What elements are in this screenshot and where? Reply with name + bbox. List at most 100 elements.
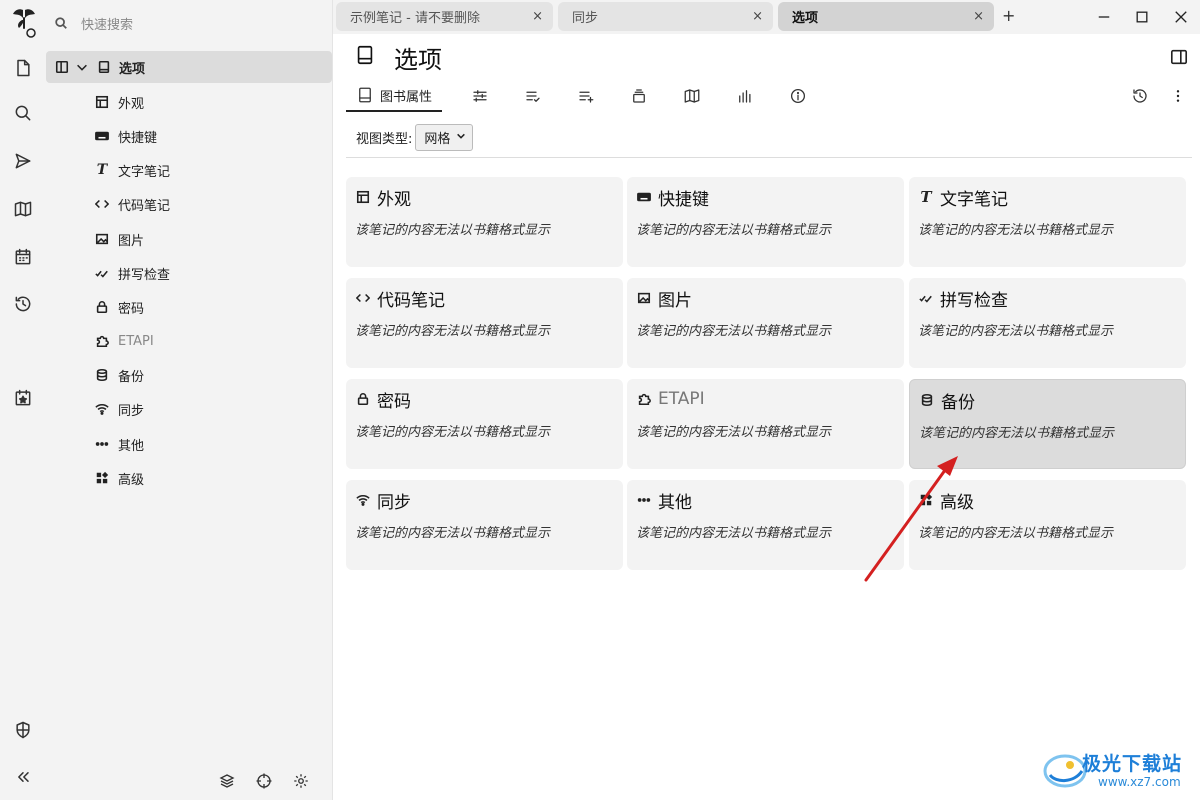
card-title: 备份 [941,392,975,413]
tab-book-properties[interactable]: 图书属性 [346,80,442,112]
card-title: 外观 [377,189,411,210]
card-spellcheck[interactable]: 拼写检查 该笔记的内容无法以书籍格式显示 [909,278,1186,368]
view-type-row: 视图类型: 网格 [356,124,474,151]
tree-item-spellcheck[interactable]: 拼写检查 [94,261,170,285]
view-type-select[interactable]: 网格 [415,124,474,151]
card-title: 同步 [377,492,411,513]
tree-item-label: 高级 [118,472,145,488]
shield-icon[interactable] [11,718,35,742]
tree-item-other[interactable]: 其他 [94,432,144,456]
tab-options[interactable]: 选项 × [778,2,994,31]
tree-item-images[interactable]: 图片 [94,227,144,251]
tree-item-label: 同步 [118,403,145,419]
code-icon [355,290,371,306]
card-text-notes[interactable]: T 文字笔记 该笔记的内容无法以书籍格式显示 [909,177,1186,267]
map-icon[interactable] [680,80,704,112]
list-add-icon[interactable] [574,80,598,112]
wifi-icon [355,492,371,508]
history-icon[interactable] [11,292,35,316]
chevron-down-icon[interactable] [74,59,90,75]
tab-sync[interactable]: 同步 × [558,2,773,31]
card-title: 图片 [658,290,692,311]
tree-item-etapi[interactable]: ETAPI [94,329,154,353]
quick-search[interactable]: 快速搜索 [46,6,333,40]
app-logo-icon[interactable] [9,6,39,42]
tree-item-label: 外观 [118,96,145,112]
tree-item-advanced[interactable]: 高级 [94,466,144,490]
tab-bar: 示例笔记 - 请不要删除 × 同步 × 选项 × + [333,0,1200,34]
card-sync[interactable]: 同步 该笔记的内容无法以书籍格式显示 [346,480,623,570]
note-title[interactable]: 选项 [394,40,442,75]
list-check-icon[interactable] [521,80,545,112]
tree-item-label: 代码笔记 [118,198,171,214]
watermark: 极光下载站 www.xz7.com [1040,745,1195,795]
info-icon[interactable] [786,80,810,112]
send-icon[interactable] [11,149,35,173]
card-advanced[interactable]: 高级 该笔记的内容无法以书籍格式显示 [909,480,1186,570]
tab-sample-notes[interactable]: 示例笔记 - 请不要删除 × [336,2,553,31]
close-icon[interactable]: × [532,9,543,24]
maximize-icon[interactable] [1131,6,1153,28]
tree-item-code-notes[interactable]: 代码笔记 [94,192,170,216]
calendar-icon[interactable] [11,245,35,269]
new-note-icon[interactable] [11,56,35,80]
bookmark-calendar-icon[interactable] [11,386,35,410]
new-tab-button[interactable]: + [1002,6,1015,25]
layers-icon[interactable] [216,770,238,792]
history-icon[interactable] [1128,80,1152,112]
tree-item-label: 其他 [118,438,145,454]
card-title: 快捷键 [658,189,709,210]
tree-item-label: 图片 [118,233,145,249]
dots-icon [636,492,652,508]
lock-icon [355,391,371,407]
card-description: 该笔记的内容无法以书籍格式显示 [355,324,551,339]
card-images[interactable]: 图片 该笔记的内容无法以书籍格式显示 [627,278,904,368]
card-description: 该笔记的内容无法以书籍格式显示 [355,526,551,541]
tree-item-label: 文字笔记 [118,164,171,180]
ribbon-toolbar: 图书属性 [346,80,1192,114]
tree-item-options[interactable]: 选项 [46,51,332,83]
collapse-icon[interactable] [11,765,35,789]
puzzle-icon [94,333,110,349]
more-vertical-icon[interactable] [1170,80,1186,112]
card-code-notes[interactable]: 代码笔记 该笔记的内容无法以书籍格式显示 [346,278,623,368]
text-icon: T [920,188,932,206]
tab-label: 同步 [572,11,599,26]
window-close-icon[interactable] [1170,6,1192,28]
note-layout-icon[interactable] [627,80,651,112]
toggle-right-panel-icon[interactable] [1170,48,1190,68]
sliders-icon[interactable] [468,80,492,112]
card-title: 密码 [377,391,411,412]
card-etapi[interactable]: ETAPI 该笔记的内容无法以书籍格式显示 [627,379,904,469]
text-icon: T [96,162,108,178]
card-description: 该笔记的内容无法以书籍格式显示 [355,425,551,440]
image-icon [94,231,110,247]
watermark-url: www.xz7.com [1098,775,1181,789]
map-icon[interactable] [11,197,35,221]
tree-item-shortcuts[interactable]: 快捷键 [94,124,157,148]
card-appearance[interactable]: 外观 该笔记的内容无法以书籍格式显示 [346,177,623,267]
note-title-row: 选项 [354,40,442,74]
tree-item-backup[interactable]: 备份 [94,363,144,387]
bar-chart-icon[interactable] [733,80,757,112]
image-icon [636,290,652,306]
card-description: 该笔记的内容无法以书籍格式显示 [918,223,1114,238]
tree-item-text-notes[interactable]: T 文字笔记 [94,158,170,182]
gear-icon[interactable] [290,770,312,792]
card-other[interactable]: 其他 该笔记的内容无法以书籍格式显示 [627,480,904,570]
tree-item-sync[interactable]: 同步 [94,397,144,421]
close-icon[interactable]: × [973,9,984,24]
crosshair-icon[interactable] [253,770,275,792]
view-type-label: 视图类型: [356,132,413,147]
card-shortcuts[interactable]: 快捷键 该笔记的内容无法以书籍格式显示 [627,177,904,267]
tree-item-appearance[interactable]: 外观 [94,90,144,114]
search-icon[interactable] [11,101,35,125]
watermark-title: 极光下载站 [1082,753,1183,775]
card-password[interactable]: 密码 该笔记的内容无法以书籍格式显示 [346,379,623,469]
minimize-icon[interactable] [1093,6,1115,28]
close-icon[interactable]: × [752,9,763,24]
tree-item-password[interactable]: 密码 [94,295,144,319]
keyboard-icon [636,189,652,205]
card-backup[interactable]: 备份 该笔记的内容无法以书籍格式显示 [909,379,1186,469]
layout-icon [355,189,371,205]
